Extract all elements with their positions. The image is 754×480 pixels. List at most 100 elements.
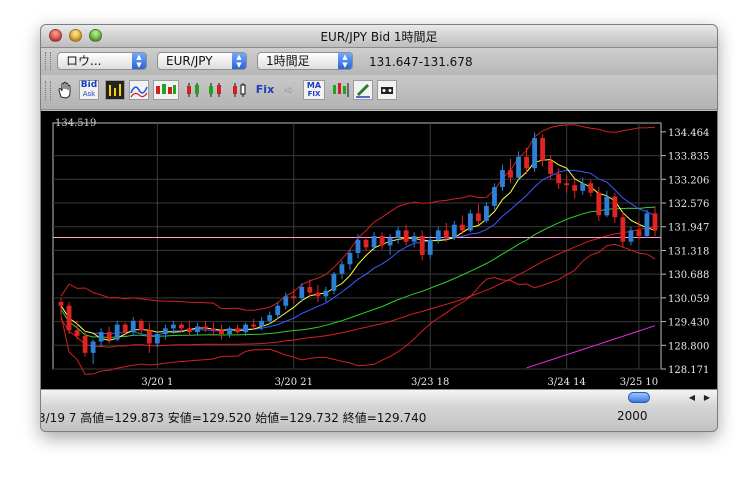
top-left-price-label: 134.519 bbox=[55, 118, 96, 129]
candle-green-red-icon[interactable] bbox=[205, 80, 225, 100]
candle-body bbox=[267, 315, 273, 321]
line-chart-icon[interactable] bbox=[129, 80, 149, 100]
draw-pen-icon[interactable] bbox=[353, 80, 373, 100]
candle-body bbox=[387, 237, 393, 246]
candle-body bbox=[299, 286, 305, 299]
candle-body bbox=[500, 170, 505, 188]
candle-body bbox=[130, 320, 136, 333]
candle-body bbox=[74, 330, 80, 336]
y-tick-label: 130.688 bbox=[668, 270, 709, 281]
y-tick-label: 130.059 bbox=[668, 294, 709, 305]
candle-body bbox=[564, 183, 570, 186]
candle-body bbox=[580, 183, 586, 191]
candle-body bbox=[106, 332, 112, 340]
candle-body bbox=[291, 296, 297, 299]
candle-body bbox=[146, 330, 152, 344]
candle-body bbox=[259, 320, 265, 327]
candle-body bbox=[114, 324, 120, 340]
candle-body bbox=[548, 160, 554, 174]
candle-hollow-icon[interactable] bbox=[229, 80, 249, 100]
candle-body bbox=[443, 230, 449, 238]
x-tick-label: 3/23 18 bbox=[411, 377, 449, 388]
candle-body bbox=[492, 187, 497, 206]
candle-chart-icon[interactable] bbox=[153, 80, 179, 100]
candle-body bbox=[235, 328, 241, 333]
multi-candle-icon[interactable] bbox=[331, 80, 351, 100]
ma-label: MA bbox=[306, 81, 322, 90]
candle-body bbox=[516, 156, 521, 178]
window-title: EUR/JPY Bid 1時間足 bbox=[320, 30, 438, 44]
timeframe-select[interactable]: 1時間足 ▲ ▼ bbox=[257, 52, 353, 70]
status-bar: 3/19 7 高値=129.873 安値=129.520 始値=129.732 … bbox=[41, 405, 717, 431]
bar-count: 2000 bbox=[617, 409, 648, 423]
candle-body bbox=[467, 213, 473, 231]
y-tick-label: 133.835 bbox=[668, 152, 709, 163]
candle-body bbox=[179, 324, 184, 329]
bid-ask-toggle[interactable]: Bid Ask bbox=[79, 80, 99, 100]
candle-body bbox=[451, 224, 457, 238]
candle-body bbox=[195, 326, 200, 333]
y-tick-label: 134.464 bbox=[668, 128, 709, 139]
ohlc-readout: 3/19 7 高値=129.873 安値=129.520 始値=129.732 … bbox=[40, 411, 427, 425]
tape-icon[interactable] bbox=[377, 80, 397, 100]
y-tick-label: 128.800 bbox=[668, 341, 709, 352]
candle-body bbox=[219, 330, 224, 334]
candle-body bbox=[138, 320, 144, 331]
ma-fix-button[interactable]: MA FIX bbox=[303, 80, 325, 100]
candle-body bbox=[644, 213, 650, 237]
candle-body bbox=[475, 213, 481, 221]
horizontal-scrollbar[interactable]: ◀ ▶ bbox=[41, 389, 717, 405]
candle-body bbox=[355, 239, 361, 253]
candle-body bbox=[652, 213, 658, 231]
fix-button[interactable]: Fix bbox=[255, 80, 275, 100]
x-tick-label: 3/25 10 bbox=[620, 377, 658, 388]
price-range: 131.647-131.678 bbox=[369, 55, 473, 69]
candle-body bbox=[122, 324, 128, 333]
candle-body bbox=[307, 286, 313, 293]
y-tick-label: 131.947 bbox=[668, 223, 709, 234]
hand-tool-icon[interactable] bbox=[55, 80, 75, 100]
candle-body bbox=[459, 224, 465, 231]
candle-body bbox=[604, 196, 610, 216]
candle-body bbox=[612, 196, 618, 218]
pair-select[interactable]: EUR/JPY ▲ ▼ bbox=[157, 52, 247, 70]
candle-body bbox=[58, 301, 64, 306]
scroll-thumb[interactable] bbox=[628, 392, 650, 403]
candle-body bbox=[66, 305, 72, 331]
mode-select[interactable]: ロウ... ▲ ▼ bbox=[57, 52, 147, 70]
select-arrows-icon: ▲ ▼ bbox=[232, 53, 246, 69]
title-bar[interactable]: EUR/JPY Bid 1時間足 bbox=[41, 25, 717, 48]
candle-body bbox=[427, 239, 433, 255]
candle-body bbox=[403, 230, 409, 242]
candle-body bbox=[620, 217, 626, 242]
tools-toolbar: Bid Ask Fix ➪ MA FIX bbox=[41, 75, 717, 110]
scroll-right-arrow-icon[interactable]: ▶ bbox=[701, 391, 713, 404]
candle-body bbox=[162, 328, 168, 334]
candle-red-green-icon[interactable] bbox=[183, 80, 203, 100]
candle-body bbox=[524, 156, 529, 169]
candle-body bbox=[532, 138, 537, 169]
mode-select-value: ロウ... bbox=[66, 54, 102, 68]
candle-body bbox=[203, 326, 208, 329]
candle-body bbox=[315, 292, 321, 297]
scroll-left-arrow-icon[interactable]: ◀ bbox=[686, 391, 698, 404]
candle-body bbox=[275, 305, 281, 316]
chart-area[interactable]: 134.464 133.835 133.206 132.576 131.947 131.3… bbox=[41, 111, 717, 391]
toolbar-grip[interactable] bbox=[45, 81, 51, 101]
toolbar-grip[interactable] bbox=[45, 52, 51, 70]
y-tick-label: 132.576 bbox=[668, 199, 709, 210]
bar-chart-icon[interactable] bbox=[105, 80, 125, 100]
x-tick-label: 3/20 1 bbox=[141, 377, 173, 388]
candle-body bbox=[331, 273, 337, 291]
candle-body bbox=[628, 230, 634, 242]
candle-body bbox=[339, 264, 345, 274]
select-arrows-icon: ▲ ▼ bbox=[132, 53, 146, 69]
candle-body bbox=[379, 236, 385, 246]
candle-body bbox=[596, 192, 602, 216]
select-arrows-icon: ▲ ▼ bbox=[338, 53, 352, 69]
candle-body bbox=[347, 252, 353, 265]
candlestick-chart[interactable]: 134.464 133.835 133.206 132.576 131.947 131.3… bbox=[41, 111, 717, 391]
candle-body bbox=[170, 324, 176, 329]
candle-body bbox=[211, 328, 216, 331]
timeframe-select-value: 1時間足 bbox=[266, 54, 310, 68]
